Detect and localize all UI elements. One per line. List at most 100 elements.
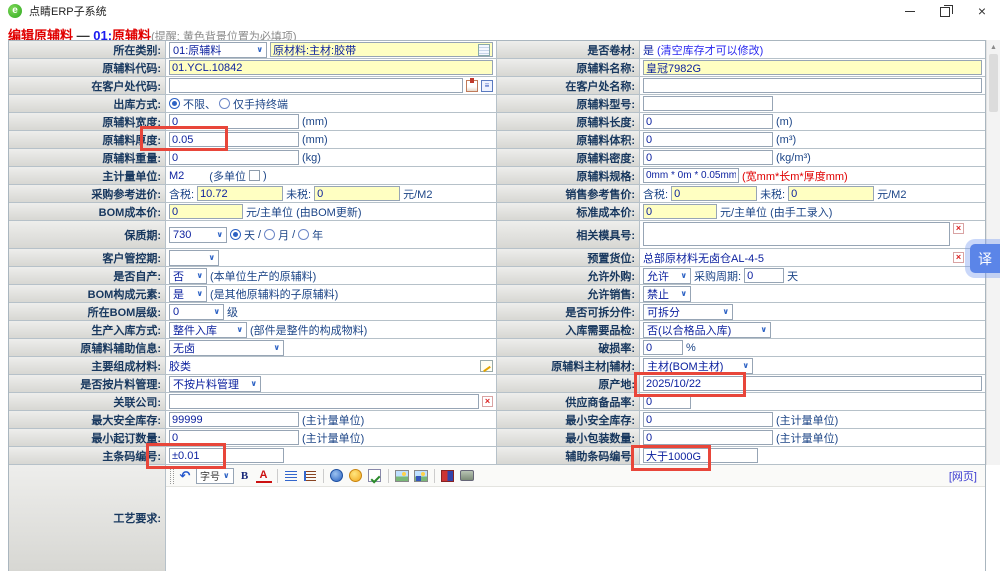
webpage-mode-link[interactable]: [网页] bbox=[949, 468, 981, 484]
purchase-cycle-input[interactable] bbox=[744, 268, 784, 283]
inbound-inspection-select[interactable]: 否(以合格品入库)∨ bbox=[643, 322, 771, 338]
close-button[interactable]: × bbox=[964, 0, 1000, 22]
spec-input[interactable] bbox=[643, 168, 739, 183]
category-path-field[interactable]: 原材料:主材:胶带 bbox=[270, 42, 493, 57]
bold-icon[interactable]: B bbox=[237, 468, 253, 484]
browse-icon[interactable]: ≡ bbox=[481, 80, 493, 92]
customer-name-input[interactable] bbox=[643, 78, 982, 93]
row-customer-code: 在客户处代码: ≡ 在客户处名称: bbox=[9, 77, 985, 95]
multi-unit-checkbox[interactable] bbox=[249, 170, 260, 181]
mold-clear-icon[interactable]: × bbox=[953, 223, 964, 234]
craft-editor-body[interactable] bbox=[166, 487, 985, 571]
row-minorder-minpackage: 最小起订数量: (主计量单位) 最小包装数量: (主计量单位) bbox=[9, 429, 985, 447]
translate-badge[interactable]: 译 bbox=[970, 244, 1000, 273]
supplier-spare-rate-input[interactable] bbox=[643, 394, 691, 409]
model-input[interactable] bbox=[643, 96, 773, 111]
bom-element-select[interactable]: 是∨ bbox=[169, 286, 207, 302]
hyperlink-globe-icon[interactable] bbox=[329, 468, 345, 484]
weight-input[interactable] bbox=[169, 150, 299, 165]
edit-note-icon[interactable] bbox=[367, 468, 383, 484]
min-safe-stock-input[interactable] bbox=[643, 412, 773, 427]
bom-level-select[interactable]: 0∨ bbox=[169, 304, 224, 320]
mold-no-label: 相关模具号: bbox=[497, 221, 640, 248]
mold-no-textarea[interactable] bbox=[643, 222, 950, 246]
insert-image-icon[interactable] bbox=[394, 468, 410, 484]
scroll-up-arrow[interactable]: ▲ bbox=[987, 40, 1000, 54]
restore-button[interactable] bbox=[928, 0, 964, 22]
bom-cost-input[interactable] bbox=[169, 204, 243, 219]
purchase-tax-input[interactable] bbox=[197, 186, 283, 201]
undo-icon[interactable]: ↶ bbox=[177, 468, 193, 484]
aux-barcode-input[interactable] bbox=[643, 448, 758, 463]
outbound-handheld-radio[interactable] bbox=[219, 98, 230, 109]
min-order-input[interactable] bbox=[169, 430, 299, 445]
location-clear-icon[interactable]: × bbox=[953, 252, 964, 263]
font-color-icon[interactable]: A bbox=[256, 469, 272, 483]
toolbar-drag-handle-icon[interactable] bbox=[170, 468, 174, 484]
edit-icon[interactable] bbox=[480, 360, 493, 372]
splittable-select[interactable]: 可拆分∨ bbox=[643, 304, 733, 320]
related-company-label: 关联公司: bbox=[9, 393, 166, 410]
sale-tax-input[interactable] bbox=[671, 186, 757, 201]
allow-purchase-select[interactable]: 允许∨ bbox=[643, 268, 691, 284]
main-barcode-label: 主条码编号: bbox=[9, 447, 166, 464]
flag-icon[interactable] bbox=[440, 468, 456, 484]
weight-label: 原辅料重量: bbox=[9, 149, 166, 166]
max-stock-input[interactable] bbox=[169, 412, 299, 427]
list-icon[interactable] bbox=[302, 468, 318, 484]
inbound-inspection-label: 入库需要品检: bbox=[497, 321, 640, 338]
minimize-button[interactable] bbox=[892, 0, 928, 22]
category-select[interactable]: 01:原辅料∨ bbox=[169, 42, 267, 58]
save-image-icon[interactable] bbox=[413, 468, 429, 484]
damage-rate-input[interactable] bbox=[643, 340, 683, 355]
row-maxstock-minsafe: 最大安全库存: (主计量单位) 最小安全库存: (主计量单位) bbox=[9, 411, 985, 429]
align-icon[interactable] bbox=[283, 468, 299, 484]
row-costs: BOM成本价: 元/主单位 (由BOM更新) 标准成本价: 元/主单位 (由手工… bbox=[9, 203, 985, 221]
min-package-input[interactable] bbox=[643, 430, 773, 445]
outbound-unlimited-radio[interactable] bbox=[169, 98, 180, 109]
export-icon[interactable] bbox=[466, 80, 478, 92]
self-produced-select[interactable]: 否∨ bbox=[169, 268, 207, 284]
main-aux-label: 原辅料主材|辅材: bbox=[497, 357, 640, 374]
emoji-icon[interactable] bbox=[348, 468, 364, 484]
scrollbar-thumb[interactable] bbox=[989, 54, 998, 112]
aux-info-select[interactable]: 无卤∨ bbox=[169, 340, 284, 356]
allow-sale-label: 允许销售: bbox=[497, 285, 640, 302]
related-company-input[interactable] bbox=[169, 394, 479, 409]
row-control-location: 客户管控期: ∨ 预置货位: 总部原材料无卤仓AL-4-5 × bbox=[9, 249, 985, 267]
code-input[interactable] bbox=[169, 60, 493, 75]
std-cost-input[interactable] bbox=[643, 204, 717, 219]
volume-input[interactable] bbox=[643, 132, 773, 147]
density-input[interactable] bbox=[643, 150, 773, 165]
length-input[interactable] bbox=[643, 114, 773, 129]
is-roll-note: (清空库存才可以修改) bbox=[657, 42, 763, 58]
origin-input[interactable] bbox=[643, 376, 982, 391]
window-title: 点睛ERP子系统 bbox=[29, 3, 107, 19]
row-category: 所在类别: 01:原辅料∨ 原材料:主材:胶带 是否卷材: 是 (清空库存才可以… bbox=[9, 41, 985, 59]
allow-purchase-label: 允许外购: bbox=[497, 267, 640, 284]
sheet-mgmt-select[interactable]: 不按片料管理∨ bbox=[169, 376, 261, 392]
snapshot-icon[interactable] bbox=[459, 468, 475, 484]
shelf-year-radio[interactable] bbox=[298, 229, 309, 240]
min-package-label: 最小包装数量: bbox=[497, 429, 640, 446]
category-picker-icon[interactable] bbox=[478, 44, 490, 56]
main-aux-select[interactable]: 主材(BOM主材)∨ bbox=[643, 358, 753, 374]
name-input[interactable] bbox=[643, 60, 982, 75]
shelf-month-radio[interactable] bbox=[264, 229, 275, 240]
width-input[interactable] bbox=[169, 114, 299, 129]
customer-code-input[interactable] bbox=[169, 78, 463, 93]
production-inbound-select[interactable]: 整件入库∨ bbox=[169, 322, 247, 338]
customer-control-label: 客户管控期: bbox=[9, 249, 166, 266]
window-titlebar: e 点睛ERP子系统 × bbox=[0, 0, 1000, 22]
allow-sale-select[interactable]: 禁止∨ bbox=[643, 286, 691, 302]
customer-control-select[interactable]: ∨ bbox=[169, 250, 219, 266]
sale-notax-input[interactable] bbox=[788, 186, 874, 201]
font-size-select[interactable]: 字号∨ bbox=[196, 468, 234, 484]
company-clear-icon[interactable]: × bbox=[482, 396, 493, 407]
main-barcode-input[interactable] bbox=[169, 448, 284, 463]
purchase-notax-input[interactable] bbox=[314, 186, 400, 201]
shelf-life-select[interactable]: 730∨ bbox=[169, 227, 227, 243]
thickness-input[interactable] bbox=[169, 132, 299, 147]
min-order-label: 最小起订数量: bbox=[9, 429, 166, 446]
shelf-day-radio[interactable] bbox=[230, 229, 241, 240]
